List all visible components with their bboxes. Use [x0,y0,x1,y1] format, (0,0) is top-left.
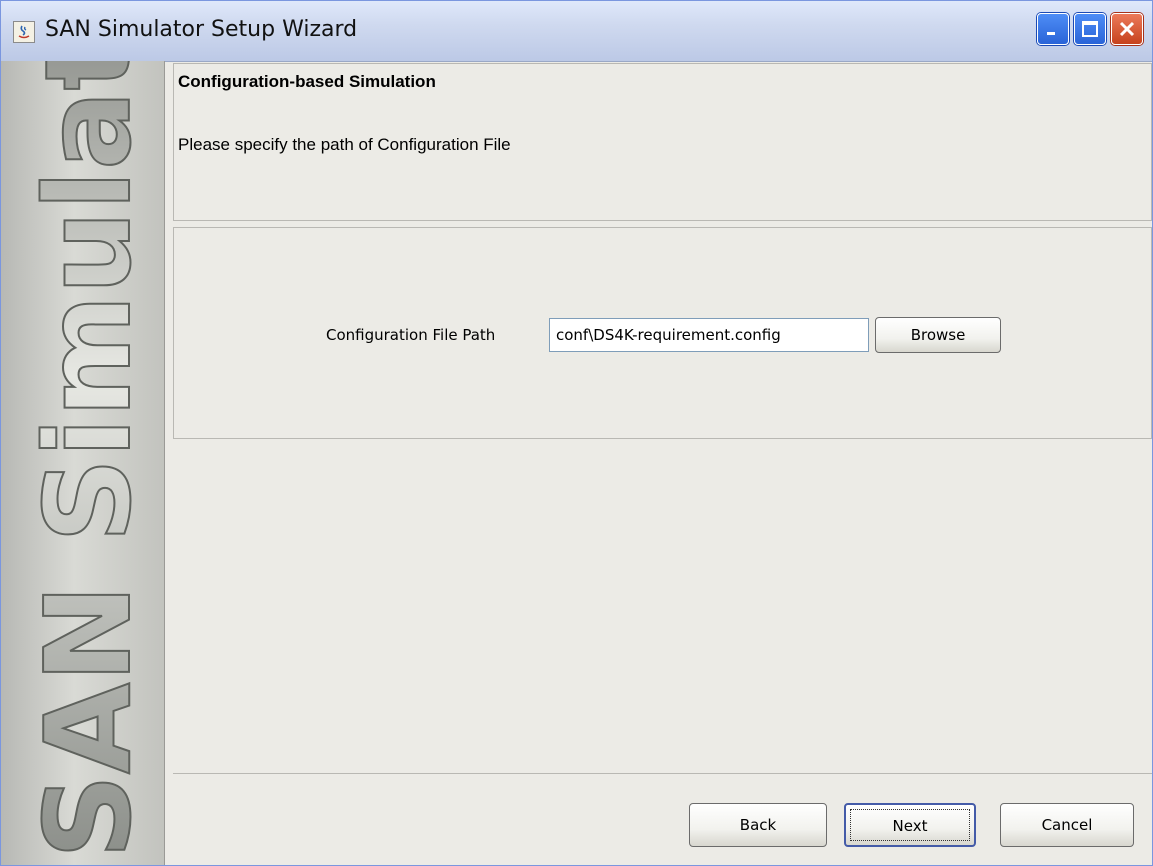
window-title: SAN Simulator Setup Wizard [45,17,358,42]
browse-button[interactable]: Browse [875,317,1001,353]
svg-text:SAN Simulator: SAN Simulator [19,61,157,859]
page-title: Configuration-based Simulation [178,72,436,91]
maximize-icon [1082,21,1098,37]
next-button[interactable]: Next [844,803,976,847]
focus-ring [850,809,970,841]
close-icon [1119,21,1135,37]
san-simulator-logo: SAN Simulator [18,61,158,860]
config-path-input[interactable] [549,318,869,352]
page-description: Please specify the path of Configuration… [178,135,511,154]
header-panel: Configuration-based Simulation Please sp… [173,63,1152,221]
wizard-footer: Back Next Cancel [173,773,1152,865]
configuration-panel: Configuration File Path Browse [173,227,1152,439]
minimize-icon [1047,32,1055,35]
maximize-button[interactable] [1074,13,1106,45]
java-app-icon [13,21,35,43]
close-button[interactable] [1111,13,1143,45]
config-path-label: Configuration File Path [326,326,496,344]
minimize-button[interactable] [1037,13,1069,45]
cancel-button[interactable]: Cancel [1000,803,1134,847]
back-button[interactable]: Back [689,803,827,847]
title-bar[interactable]: SAN Simulator Setup Wizard [1,1,1152,62]
sidebar-banner: SAN Simulator [1,61,165,865]
setup-wizard-window: SAN Simulator Setup Wizard SAN Simulator… [0,0,1153,866]
